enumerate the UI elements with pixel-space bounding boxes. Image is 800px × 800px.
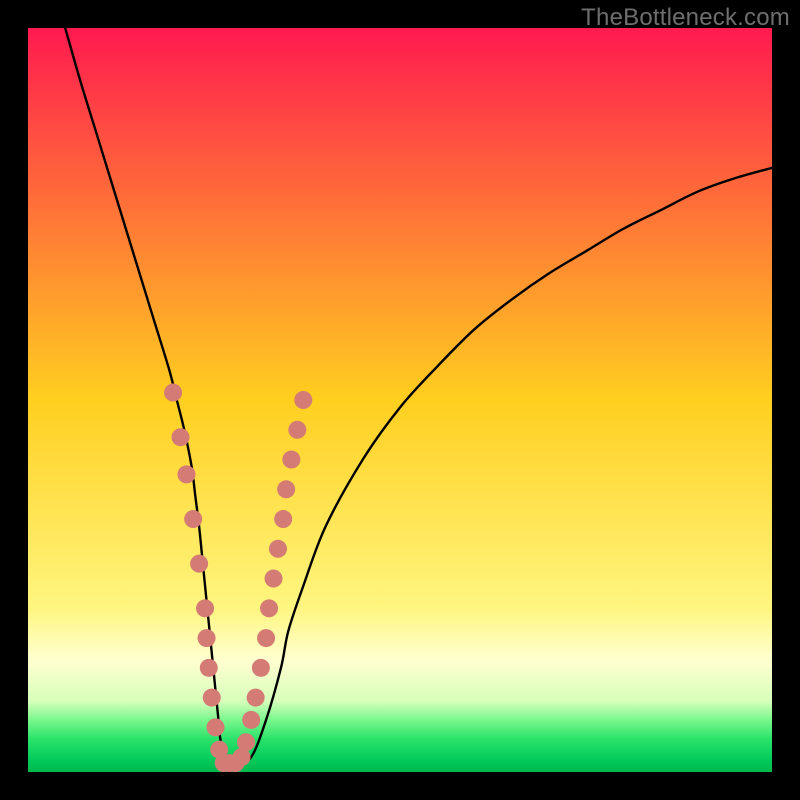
highlight-dot <box>172 428 190 446</box>
highlight-dot <box>277 480 295 498</box>
highlight-dot <box>269 540 287 558</box>
plot-area <box>28 28 772 772</box>
highlight-dot <box>203 689 221 707</box>
highlight-dot <box>288 421 306 439</box>
highlight-dot <box>196 599 214 617</box>
highlight-dot <box>242 711 260 729</box>
chart-svg <box>28 28 772 772</box>
chart-frame: TheBottleneck.com <box>0 0 800 800</box>
highlight-dot <box>190 555 208 573</box>
highlight-dot <box>252 659 270 677</box>
highlight-dot <box>257 629 275 647</box>
highlight-dot <box>177 465 195 483</box>
highlight-dot <box>247 689 265 707</box>
highlight-dot <box>184 510 202 528</box>
highlight-dot <box>274 510 292 528</box>
highlight-dot <box>198 629 216 647</box>
highlight-dot <box>237 733 255 751</box>
highlight-dot <box>265 570 283 588</box>
highlight-dot <box>206 718 224 736</box>
highlight-dot <box>294 391 312 409</box>
gradient-background <box>28 28 772 772</box>
highlight-dot <box>282 451 300 469</box>
highlight-dot <box>200 659 218 677</box>
highlight-dot <box>260 599 278 617</box>
watermark-text: TheBottleneck.com <box>581 4 790 32</box>
highlight-dot <box>164 384 182 402</box>
